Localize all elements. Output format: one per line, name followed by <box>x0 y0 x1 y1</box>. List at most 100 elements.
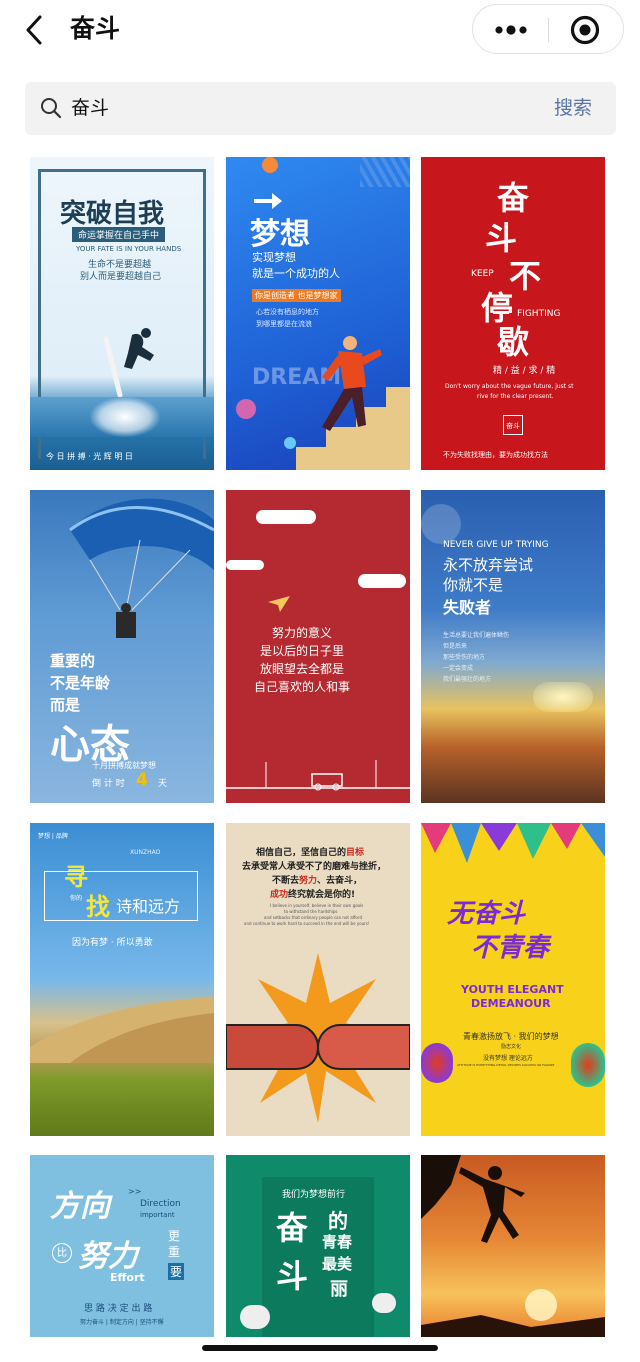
sunrise-glow <box>533 682 593 712</box>
poster-card[interactable] <box>421 1155 605 1340</box>
cloud <box>226 560 264 570</box>
poster-countdown-unit: 天 <box>158 779 168 789</box>
poster-text: and continue to work hard to succeed in … <box>244 921 370 926</box>
deco-circle <box>421 504 461 544</box>
poster-subtitle: 因为有梦 · 所以勇敢 <box>72 938 153 948</box>
poster-title: 努力 <box>78 1239 138 1274</box>
poster-title: 失败者 <box>443 598 492 617</box>
poster-text: 更 <box>168 1229 181 1243</box>
poster-card[interactable]: 无奋斗 不青春 YOUTH ELEGANT DEMEANOUR 青春激扬放飞 ·… <box>421 823 605 1136</box>
poster-title: 诗和远方 <box>116 897 181 916</box>
poster-subtitle: FIGHTING <box>517 309 561 319</box>
paraglider-illustration <box>69 498 214 638</box>
poster-subtitle: KEEP <box>471 269 494 279</box>
home-indicator[interactable] <box>202 1345 438 1351</box>
poster-text: 是以后的日子里 <box>260 644 345 658</box>
poster-card[interactable]: 相信自己，坚信自己的目标 去承受常人承受不了的磨难与挫折， 不断去努力、去奋斗，… <box>226 823 410 1136</box>
wave-splash <box>90 397 160 437</box>
poster-text: 但是后来 <box>443 643 468 650</box>
poster-card[interactable]: 努力的意义 是以后的日子里 放眼望去全都是 自己喜欢的人和事 <box>226 490 410 803</box>
poster-title: 突破自我 <box>60 199 165 229</box>
cloud <box>256 510 316 524</box>
poster-footer: 今 日 拼 搏 · 光 辉 明 日 <box>46 452 133 461</box>
poster-text: 没有梦想 理论远方 <box>483 1055 533 1062</box>
poster-footer: 思 路 决 定 出 路 <box>84 1304 153 1314</box>
poster-text: XUNZHAO <box>130 849 161 856</box>
poster-countdown-number: 4 <box>136 770 148 790</box>
poster-text: Don't worry about the vague future, just… <box>445 383 574 390</box>
sand-dunes-illustration <box>30 997 214 1063</box>
poster-text: and setbacks that ordinary people can no… <box>264 915 362 920</box>
arrow-right-icon <box>254 193 282 209</box>
poster-text: 比 <box>52 1243 72 1263</box>
poster-text: 生活总要让我们遍体鳞伤 <box>443 632 510 639</box>
poster-subtitle: YOUTH ELEGANT <box>461 983 564 996</box>
poster-title: 不 <box>509 257 542 295</box>
poster-text: 不断去努力、去奋斗， <box>272 876 363 886</box>
poster-text: 就是一个成功的人 <box>252 267 340 280</box>
deco-circle <box>262 157 278 173</box>
poster-text: 你就不是 <box>443 576 504 594</box>
poster-grid: 突破自我 命运掌握在自己手中 YOUR FATE IS IN YOUR HAND… <box>0 0 640 1362</box>
poster-title: 最美 <box>322 1255 353 1273</box>
poster-text: 重要的 <box>50 652 96 670</box>
poster-subtitle: DEMEANOUR <box>471 997 551 1010</box>
poster-text: 成功终究就会是你的! <box>270 890 356 900</box>
poster-subtitle: NEVER GIVE UP TRYING <box>443 540 549 550</box>
poster-title: 奋 <box>276 1209 309 1247</box>
poster-text: 励志文化 <box>501 1044 522 1050</box>
poster-subtitle: YOUR FATE IS IN YOUR HANDS <box>76 245 182 253</box>
poster-card[interactable]: 突破自我 命运掌握在自己手中 YOUR FATE IS IN YOUR HAND… <box>30 157 214 470</box>
poster-text: 去承受常人承受不了的磨难与挫折， <box>242 862 387 872</box>
poster-text: 永不放弃尝试 <box>443 556 534 574</box>
town-line-illustration <box>226 760 410 791</box>
poster-title: 找 <box>86 893 110 921</box>
poster-title: 丽 <box>330 1279 348 1300</box>
poster-text: 实现梦想 <box>252 251 296 264</box>
cloud <box>358 574 406 588</box>
cloud <box>372 1293 396 1313</box>
poster-card[interactable]: 梦想 实现梦想 就是一个成功的人 你是创造者 也是梦想家 心若没有栖息的地方 到… <box>226 157 410 470</box>
poster-subtitle: important <box>140 1211 175 1219</box>
app-screen: 奋斗 奋斗 搜索 突破自我 命运掌握在自己手中 YOUR FATE IS IN … <box>0 0 640 1362</box>
poster-title: 斗 <box>276 1257 309 1295</box>
poster-card[interactable]: 方向 Direction important >> 比 努力 更 重 要 Eff… <box>30 1155 214 1340</box>
poster-tagline: 命运掌握在自己手中 <box>72 227 166 242</box>
poster-subtitle: Effort <box>110 1271 145 1284</box>
poster-card[interactable]: 我们为梦想前行 奋 斗 的 青春 最美 丽 <box>226 1155 410 1340</box>
poster-title: 梦想 <box>250 217 310 252</box>
poster-subtitle: Direction <box>140 1199 181 1209</box>
poster-text: 放眼望去全都是 <box>260 662 345 676</box>
poster-text: ATTITUDE IS EVERYTHING DETAIL DECIDES SU… <box>457 1063 555 1067</box>
poster-card[interactable]: NEVER GIVE UP TRYING 永不放弃尝试 你就不是 失败者 生活总… <box>421 490 605 803</box>
poster-countdown-label: 倒 计 时 <box>92 779 125 789</box>
poster-card[interactable]: 重要的 不是年龄 而是 心态 十月拼搏成就梦想 倒 计 时 4 天 <box>30 490 214 803</box>
poster-text: 那些受伤的地方 <box>443 654 486 661</box>
poster-title: 青春 <box>322 1233 353 1251</box>
poster-card[interactable]: 梦想 | 品牌 寻 找 你的 XUNZHAO 诗和远方 因为有梦 · 所以勇敢 <box>30 823 214 1136</box>
poster-text: 努力奋斗 | 制定方向 | 坚持不懈 <box>80 1319 164 1326</box>
poster-arrow: >> <box>128 1187 142 1196</box>
triangle-pattern <box>421 823 605 863</box>
poster-text: 努力的意义 <box>272 626 333 640</box>
poster-title: 无奋斗 <box>447 899 526 929</box>
poster-text: 我们最强壮的地方 <box>443 676 492 683</box>
fist-bump-illustration <box>226 953 410 1123</box>
poster-text: 重 <box>168 1245 181 1259</box>
poster-title: 歇 <box>497 323 530 361</box>
poster-card[interactable]: 奋 斗 不 停 歇 KEEP FIGHTING 精 / 益 / 求 / 精 Do… <box>421 157 605 470</box>
paper-plane-icon <box>268 596 290 612</box>
poster-footer: 不为失败找理由，要为成功找方法 <box>443 451 548 459</box>
poster-motto: 精 / 益 / 求 / 精 <box>493 366 556 376</box>
poster-title: 的 <box>328 1209 348 1233</box>
poster-text: 不是年龄 <box>50 674 111 692</box>
cloud <box>240 1305 270 1329</box>
poster-text: rive for the clear present. <box>477 393 554 400</box>
poster-text: 别人而是要超越自己 <box>80 272 162 282</box>
climber-silhouette-illustration <box>421 1155 605 1340</box>
poster-title: 不青春 <box>471 933 550 963</box>
poster-tag: 你是创造者 也是梦想家 <box>252 289 341 302</box>
poster-text: I believe in yourself, believe in their … <box>270 903 364 908</box>
surfer-illustration <box>103 328 154 398</box>
deco-flower <box>571 1043 605 1087</box>
